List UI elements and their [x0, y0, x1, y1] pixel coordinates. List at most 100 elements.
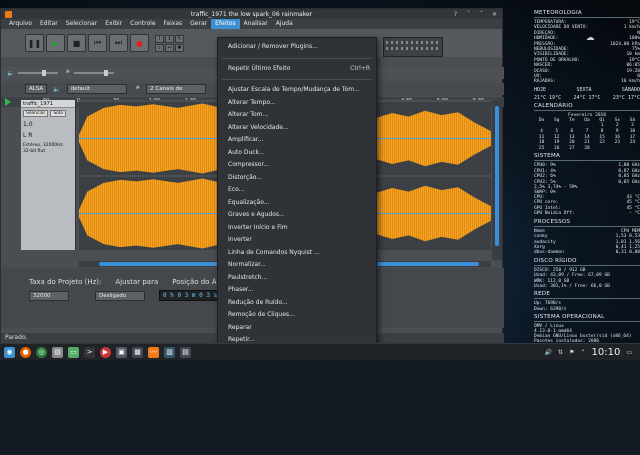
volume-tray-icon[interactable]: 🔊	[545, 349, 552, 356]
effects-menu-item[interactable]: Eco...	[218, 184, 376, 197]
terminal-icon[interactable]: >	[84, 346, 95, 358]
menu-item-plugins[interactable]: Adicionar / Remover Plugins...	[218, 41, 376, 54]
zoom-tool-icon[interactable]: ⌕	[155, 43, 164, 52]
effects-menu-item[interactable]: Graves e Agudos...	[218, 209, 376, 222]
effects-menu-item[interactable]: Inverter	[218, 234, 376, 247]
effects-menu-item[interactable]: Linha de Comandos Nyquist ...	[218, 247, 376, 260]
effects-menu-item[interactable]: Redução de Ruído...	[218, 297, 376, 310]
system-heading: SISTEMA	[534, 153, 561, 160]
audacity-task-icon[interactable]: 〰	[148, 346, 159, 358]
menu-ajuda[interactable]: Ajuda	[272, 19, 297, 29]
level-meter[interactable]	[383, 37, 443, 57]
effects-menu-item[interactable]: Distorção...	[218, 172, 376, 185]
timeshift-tool-icon[interactable]: ↔	[165, 43, 174, 52]
track-control-panel[interactable]: traffic_1971 Silenciar Solo 1,0 L R Esté…	[21, 100, 76, 250]
speaker-icon: 🔈	[53, 85, 61, 93]
app-icon-8[interactable]: ▣	[116, 346, 127, 358]
effects-menu-item[interactable]: Compressor...	[218, 159, 376, 172]
conky-panel: METEOROLOGIA TEMPERATURA: 19°C VELOCIDADE D…	[534, 8, 640, 349]
record-button[interactable]: ●	[130, 34, 149, 52]
network-tray-icon[interactable]: ⇅	[558, 349, 563, 356]
menu-item-repeat-last-effect[interactable]: Repetir Último Efeito Ctrl+R	[218, 63, 376, 76]
notifications-tray-icon[interactable]: ⚑	[569, 349, 574, 356]
effects-menu-item[interactable]: Equalização...	[218, 197, 376, 210]
menu-arquivo[interactable]: Arquivo	[5, 19, 36, 29]
folder-icon[interactable]: ▭	[68, 346, 79, 358]
tray-expand-icon[interactable]: ⌃	[580, 349, 585, 356]
maximize-icon[interactable]: ˆ	[478, 11, 485, 18]
effects-menu-item-label: Compressor...	[228, 161, 270, 168]
media-player-icon[interactable]: ▶	[100, 346, 111, 358]
channels-select[interactable]: 2 Canais de	[146, 84, 207, 94]
effects-menu-item[interactable]: Alterar Tom...	[218, 109, 376, 122]
app-icon-12[interactable]: ▤	[180, 346, 191, 358]
minimize-icon[interactable]: ˇ	[465, 11, 472, 18]
calendar-grid: Do Sg Te Qa Qi Sx Sá 1 2 3 4 5 6 7 8 9 10 11 12 13 14 15 16 17 1…	[534, 118, 640, 152]
effects-menu-item[interactable]: Reparar	[218, 322, 376, 335]
app-launcher-icon[interactable]: ◉	[4, 346, 15, 358]
effects-menu-item-label: Inverter	[228, 236, 252, 243]
effects-menu-item[interactable]: Amplificar...	[218, 134, 376, 147]
effects-menu-item[interactable]: Inverter Início e Fim	[218, 222, 376, 235]
app-icon-9[interactable]: ▦	[132, 346, 143, 358]
chrome-icon[interactable]: ◎	[36, 346, 47, 358]
desktop-peek-icon[interactable]: ▭	[626, 349, 632, 356]
effects-menu-item[interactable]: Normalizar...	[218, 259, 376, 272]
effects-menu-item-label: Auto Duck...	[228, 148, 265, 156]
disk-row-cell: Usad: 301,1% / Free: 66,0 GB	[534, 283, 610, 289]
calendar-day: 27	[569, 145, 575, 151]
forecast-day: HOJE	[534, 86, 547, 93]
disk-heading: DISCO RÍGIDO	[534, 257, 577, 264]
envelope-tool-icon[interactable]: ↕	[165, 34, 174, 43]
close-icon[interactable]: ✕	[491, 11, 498, 18]
effects-menu-item[interactable]: Ajustar Escala de Tempo/Mudança de Tom..…	[218, 84, 376, 97]
gain-label: 1,0	[23, 121, 33, 128]
calendar-day: 28	[584, 145, 590, 151]
solo-button[interactable]: Solo	[50, 110, 66, 117]
pause-button[interactable]: ❚❚	[25, 34, 44, 52]
skip-start-button[interactable]: ⏮	[88, 34, 107, 52]
audio-host-select[interactable]: ALSA	[25, 84, 48, 94]
selection-tool-icon[interactable]: I	[155, 34, 164, 43]
files-icon[interactable]: ▤	[52, 346, 63, 358]
snap-to-label: Ajustar para	[115, 278, 159, 286]
menu-selecionar[interactable]: Selecionar	[62, 19, 101, 29]
help-icon[interactable]: ?	[452, 11, 459, 18]
clock[interactable]: 10:10	[592, 347, 621, 358]
menu-gerar[interactable]: Gerar	[186, 19, 211, 29]
effects-menu-item[interactable]: Alterar Velocidade...	[218, 122, 376, 135]
network-heading: REDE	[534, 291, 551, 298]
effects-menu-item[interactable]: Paulstretch...	[218, 272, 376, 285]
effects-menu-item[interactable]: Alterar Tempo...	[218, 97, 376, 110]
firefox-icon[interactable]: ●	[20, 346, 31, 358]
audio-position-field[interactable]: 0 h 0 3 m 0 3 s	[159, 290, 222, 301]
record-volume-slider[interactable]	[73, 70, 114, 76]
project-rate-select[interactable]: 32000	[29, 290, 69, 301]
effects-menu-item[interactable]: Phaser...	[218, 284, 376, 297]
menu-editar[interactable]: Editar	[36, 19, 62, 29]
multi-tool-icon[interactable]: ✱	[175, 43, 184, 52]
draw-tool-icon[interactable]: ✎	[175, 34, 184, 43]
vertical-scrollbar[interactable]	[492, 100, 502, 260]
menu-analisar[interactable]: Analisar	[240, 19, 272, 29]
window-titlebar[interactable]: traffic_1971 the low spark_06 rainmaker …	[1, 9, 502, 19]
effects-menu-item[interactable]: Auto Duck...	[218, 147, 376, 160]
effects-menu-item[interactable]: Remoção de Cliques...	[218, 309, 376, 322]
window-title: traffic_1971 the low spark_06 rainmaker	[190, 10, 313, 18]
snap-to-select[interactable]: Desligado	[95, 290, 145, 301]
menu-controle[interactable]: Controle	[126, 19, 159, 29]
track-name-label[interactable]: traffic_1971	[21, 100, 75, 108]
skip-end-button[interactable]: ⏭	[109, 34, 128, 52]
menu-exibir[interactable]: Exibir	[101, 19, 126, 29]
calendar-day: 25	[538, 145, 545, 151]
menu-efeitos[interactable]: Efeitos	[211, 19, 240, 29]
app-icon-11[interactable]: ▥	[164, 346, 175, 358]
effects-menu-item-label: Paulstretch...	[228, 273, 268, 281]
menu-faixas[interactable]: Faixas	[160, 19, 187, 29]
play-button[interactable]: ▶	[46, 34, 65, 52]
playback-volume-slider[interactable]	[18, 70, 59, 76]
effects-menu-item-label: Reparar	[228, 323, 252, 331]
mute-button[interactable]: Silenciar	[23, 110, 49, 117]
output-device-select[interactable]: default	[66, 84, 127, 94]
stop-button[interactable]: ■	[67, 34, 86, 52]
